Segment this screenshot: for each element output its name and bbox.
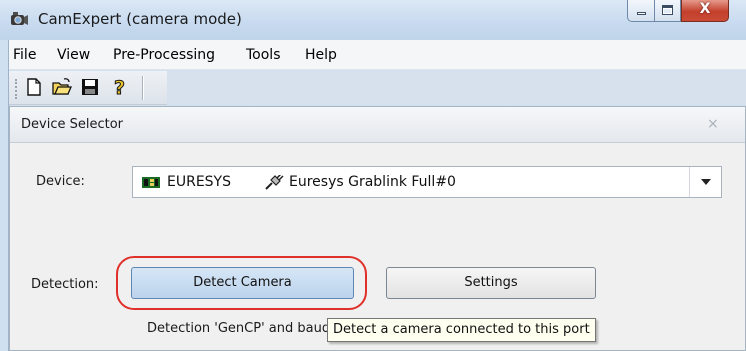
menu-help[interactable]: Help [305,47,337,63]
new-file-icon[interactable] [23,76,45,98]
settings-button[interactable]: Settings [386,267,596,299]
chevron-down-icon [701,179,711,185]
device-vendor: EURESYS [167,174,231,190]
toolbar-empty-area [167,71,746,105]
menu-view[interactable]: View [57,47,90,63]
menu-bar: File View Pre-Processing Tools Help [9,40,746,70]
menu-file[interactable]: File [13,47,36,63]
maximize-button[interactable] [655,0,681,22]
detection-label: Detection: [31,277,99,292]
svg-text:?: ? [114,77,125,98]
device-dropdown[interactable]: EURESYS Euresys Grablink Full#0 [132,166,722,198]
title-bar: CamExpert (camera mode) X [0,0,746,40]
menu-pre-processing[interactable]: Pre-Processing [113,47,215,63]
toolbar-separator [142,76,143,100]
open-folder-icon[interactable] [51,76,73,98]
grabber-board-icon [142,176,160,189]
panel-close-icon[interactable]: × [707,116,719,132]
window-left-border [0,40,9,351]
device-selector-header: Device Selector × [10,107,745,143]
close-icon: X [699,1,711,17]
camexpert-app-icon [9,10,29,28]
detection-status-text: Detection 'GenCP' and baudr [147,321,336,336]
device-selector-panel: Device Selector × Device: EURESYS Euresy… [9,106,746,351]
device-label: Device: [36,174,85,189]
camexpert-window: CamExpert (camera mode) X File View Pre-… [0,0,746,351]
toolbar-grip[interactable] [15,79,17,99]
device-selector-title: Device Selector [21,117,123,132]
detect-camera-button[interactable]: Detect Camera [131,267,354,299]
detect-camera-tooltip: Detect a camera connected to this port [327,318,596,342]
minimize-button[interactable] [627,0,655,22]
minimize-icon [637,12,646,15]
window-title: CamExpert (camera mode) [38,10,242,28]
save-disk-icon[interactable] [79,76,101,98]
connector-plug-icon [264,173,284,191]
help-icon[interactable]: ? [109,76,131,100]
device-model: Euresys Grablink Full#0 [289,174,456,190]
close-window-button[interactable]: X [681,0,729,22]
menu-tools[interactable]: Tools [246,47,281,63]
toolbar: ? [9,71,746,105]
maximize-icon [662,5,673,15]
device-dropdown-button[interactable] [689,167,721,197]
